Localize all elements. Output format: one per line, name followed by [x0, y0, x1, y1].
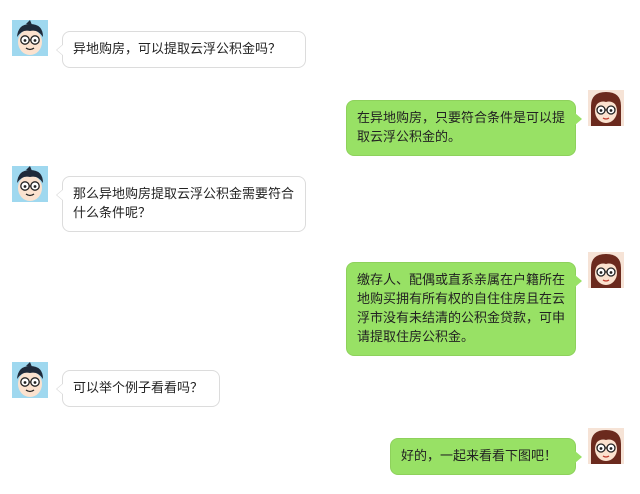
message-bubble-incoming: 那么异地购房提取云浮公积金需要符合什么条件呢？: [56, 176, 306, 232]
message-text: 缴存人、配偶或直系亲属在户籍所在地购买拥有所有权的自住住房且在云浮市没有未结清的…: [357, 273, 566, 345]
message-bubble-outgoing: 好的，一起来看看下图吧！: [390, 438, 582, 475]
message-text: 那么异地购房提取云浮公积金需要符合什么条件呢？: [73, 187, 295, 221]
girl-avatar-icon: [588, 252, 624, 288]
girl-avatar-icon: [588, 428, 624, 464]
message-text: 在异地购房，只要符合条件是可以提取云浮公积金的。: [357, 111, 566, 145]
message-text: 异地购房，可以提取云浮公积金吗？: [73, 42, 282, 57]
chat-conversation: 异地购房，可以提取云浮公积金吗？ 在异地购房，只要符合条件是可以提取云浮公积金的…: [0, 0, 640, 494]
girl-avatar-icon: [588, 90, 624, 126]
message-text: 可以举个例子看看吗？: [73, 381, 204, 396]
message-bubble-incoming: 可以举个例子看看吗？: [56, 370, 220, 407]
message-text: 好的，一起来看看下图吧！: [401, 449, 558, 464]
boy-avatar-icon: [12, 166, 48, 202]
boy-avatar-icon: [12, 362, 48, 398]
message-bubble-incoming: 异地购房，可以提取云浮公积金吗？: [56, 31, 306, 68]
message-bubble-outgoing: 缴存人、配偶或直系亲属在户籍所在地购买拥有所有权的自住住房且在云浮市没有未结清的…: [346, 262, 582, 356]
message-bubble-outgoing: 在异地购房，只要符合条件是可以提取云浮公积金的。: [346, 100, 582, 156]
boy-avatar-icon: [12, 20, 48, 56]
